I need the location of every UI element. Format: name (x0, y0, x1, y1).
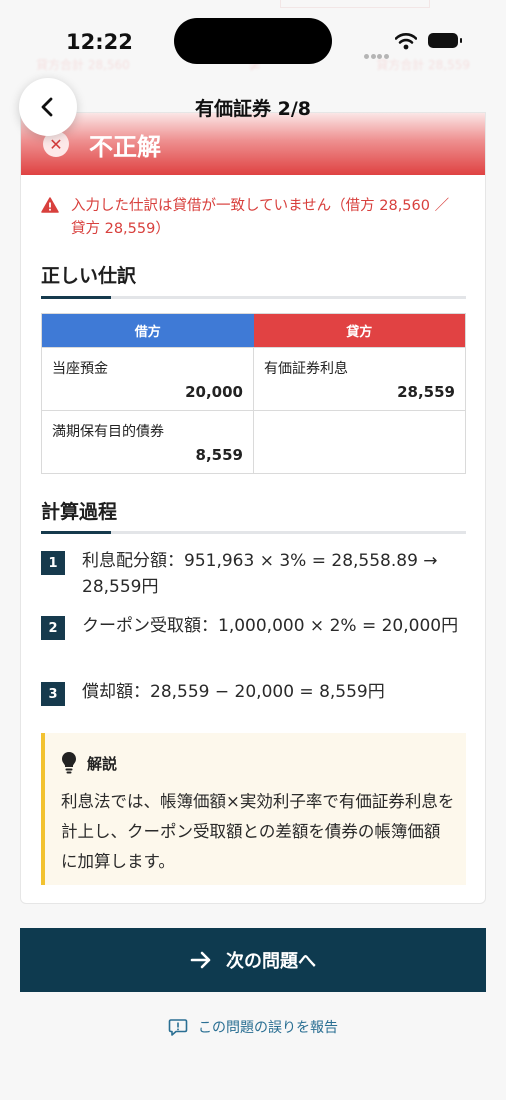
calculation-step: 3 償却額：28,559 − 20,000 = 8,559円 (41, 679, 471, 709)
calculation-step: 1 利息配分額：951,963 × 3% = 28,558.89 → 28,55… (41, 548, 471, 602)
journal-section-title: 正しい仕訳 (41, 265, 137, 287)
step-number: 1 (41, 551, 65, 575)
next-question-label: 次の問題へ (226, 951, 316, 972)
calculation-section-rule (41, 531, 466, 534)
result-card: ✕ 不正解 入力した仕訳は貸借が一致していません（借方 28,560 ／ 貸方 … (20, 112, 486, 904)
step-text: クーポン受取額：1,000,000 × 2% = 20,000円 (82, 616, 459, 636)
back-button[interactable] (19, 78, 77, 136)
error-text: 入力した仕訳は貸借が一致していません（借方 28,560 ／ 貸方 28,559… (71, 198, 450, 237)
step-text: 償却額：28,559 − 20,000 = 8,559円 (82, 682, 385, 702)
journal-table: 借方 貸方 当座預金 20,000 有価証券利息 28,559 満期保有目的債券… (41, 313, 466, 474)
step-number: 3 (41, 682, 65, 706)
credit-cell (253, 411, 465, 473)
journal-header: 借方 貸方 (42, 314, 465, 347)
cellular-signal-icon (364, 44, 390, 63)
background-echo-left: 貸方合計 28,560 (36, 58, 130, 72)
report-error-label: この問題の誤りを報告 (198, 1020, 338, 1036)
debit-cell: 満期保有目的債券 8,559 (42, 411, 253, 473)
debit-header: 借方 (42, 314, 254, 347)
next-question-button[interactable]: 次の問題へ (20, 928, 486, 992)
credit-cell: 有価証券利息 28,559 (253, 348, 465, 410)
verdict-banner: ✕ 不正解 (21, 113, 485, 175)
calculation-step: 2 クーポン受取額：1,000,000 × 2% = 20,000円 (41, 613, 471, 667)
lightbulb-icon (62, 752, 76, 774)
journal-row: 満期保有目的債券 8,559 (42, 410, 465, 473)
background-echo-frame (280, 0, 430, 8)
journal-section-rule (41, 296, 466, 299)
debit-account: 満期保有目的債券 (52, 424, 164, 440)
credit-account: 有価証券利息 (264, 361, 348, 377)
explanation-title: 解説 (87, 755, 118, 773)
status-bar: 貸方合計 28,560 ≠ 貸方合計 28,559 12:22 (0, 0, 506, 90)
debit-amount: 8,559 (195, 446, 243, 464)
report-error-link[interactable]: この問題の誤りを報告 (0, 1017, 506, 1037)
credit-header: 貸方 (253, 314, 465, 347)
debit-amount: 20,000 (185, 383, 243, 401)
dynamic-island (174, 18, 332, 64)
chevron-left-icon (41, 97, 53, 117)
warning-triangle-icon (41, 197, 59, 213)
explanation-box: 解説 利息法では、帳簿価額×実効利子率で有価証券利息を計上し、クーポン受取額との… (41, 733, 466, 885)
status-time: 12:22 (66, 30, 133, 54)
step-number: 2 (41, 616, 65, 640)
debit-account: 当座預金 (52, 361, 108, 377)
arrow-right-icon (190, 951, 211, 969)
credit-amount: 28,559 (397, 383, 455, 401)
calculation-section-title: 計算過程 (41, 501, 118, 523)
journal-row: 当座預金 20,000 有価証券利息 28,559 (42, 347, 465, 410)
background-echo-right: 貸方合計 28,559 (376, 58, 470, 72)
explanation-text: 利息法では、帳簿価額×実効利子率で有価証券利息を計上し、クーポン受取額との差額を… (61, 792, 455, 871)
battery-icon (428, 33, 462, 48)
debit-cell: 当座預金 20,000 (42, 348, 253, 410)
step-text: 利息配分額：951,963 × 3% = 28,558.89 → 28,559円 (82, 551, 438, 597)
wifi-icon (395, 33, 417, 50)
verdict-text: 不正解 (89, 133, 161, 161)
report-bubble-icon (168, 1018, 188, 1036)
